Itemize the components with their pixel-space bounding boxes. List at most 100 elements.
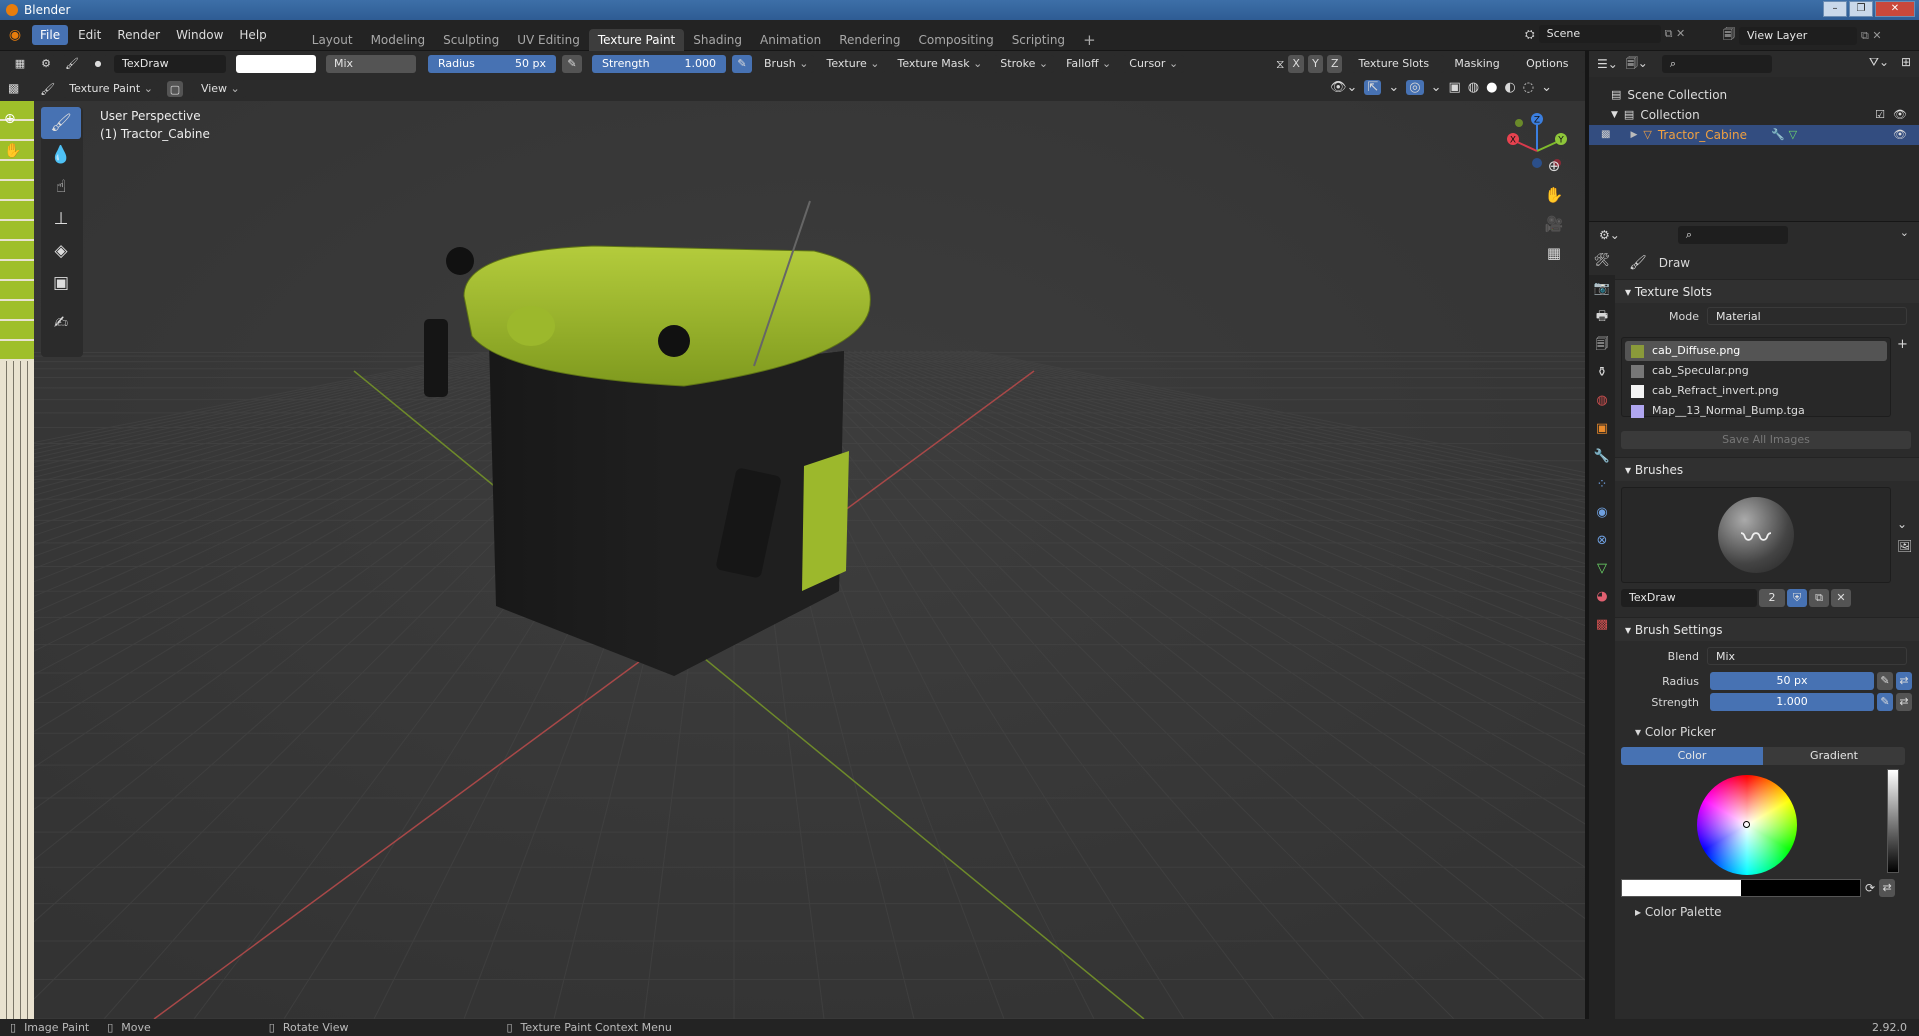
blender-menu-icon[interactable]: ◉	[0, 27, 30, 43]
fake-user-icon[interactable]: ●	[88, 55, 108, 73]
modifier-tab-icon[interactable]: 🔧	[1589, 443, 1615, 471]
view-layer-new-icon[interactable]: ⧉ ✕	[1861, 29, 1882, 43]
outliner-search-input[interactable]: ⌕	[1661, 55, 1772, 73]
texture-mask-menu[interactable]: Texture Mask	[891, 55, 989, 73]
tab-color[interactable]: Color	[1621, 747, 1763, 765]
brush-users-count[interactable]: 2	[1759, 589, 1785, 607]
output-tab-icon[interactable]: 🖶	[1589, 303, 1615, 331]
tab-compositing[interactable]: Compositing	[909, 29, 1002, 51]
fill-tool-icon[interactable]: ◈	[41, 235, 81, 267]
tab-sculpting[interactable]: Sculpting	[434, 29, 508, 51]
texture-menu[interactable]: Texture	[820, 55, 886, 73]
minimize-icon[interactable]: –	[1823, 1, 1847, 17]
masking-menu[interactable]: Masking	[1448, 55, 1517, 73]
tab-shading[interactable]: Shading	[684, 29, 751, 51]
mode-dropdown[interactable]: Texture Paint	[63, 80, 159, 98]
axis-x-toggle[interactable]: X	[1288, 55, 1304, 73]
soften-tool-icon[interactable]: 💧	[41, 139, 81, 171]
zoom-view-icon[interactable]: ⊕	[1541, 153, 1567, 179]
expand-arrow-icon[interactable]: ▼	[1611, 105, 1618, 125]
fake-user-shield-icon[interactable]: ⛨	[1787, 589, 1807, 607]
solid-shading-icon[interactable]: ●	[1486, 80, 1497, 95]
draw-tool-icon[interactable]: 🖌	[41, 107, 81, 139]
texture-slots-menu[interactable]: Texture Slots	[1352, 55, 1445, 73]
mask-tool-icon[interactable]: ▣	[41, 267, 81, 299]
radius-pressure-icon[interactable]: ✎	[562, 55, 582, 73]
color-picker-header[interactable]: ▾ Color Picker	[1615, 717, 1919, 747]
camera-view-icon[interactable]: 🎥	[1541, 211, 1567, 237]
texture-slot-item[interactable]: cab_Specular.png	[1625, 361, 1887, 381]
texture-slot-item[interactable]: Map__13_Normal_Bump.tga	[1625, 401, 1887, 421]
scene-field[interactable]: Scene	[1538, 25, 1661, 43]
editor-type-icon[interactable]: ▦	[10, 55, 30, 73]
menu-help[interactable]: Help	[231, 20, 274, 51]
menu-file[interactable]: File	[32, 25, 69, 45]
3d-viewport[interactable]: User Perspective (1) Tractor_Cabine Z Y …	[34, 101, 1585, 1019]
strength-pressure-toggle-icon[interactable]: ✎	[1877, 693, 1893, 711]
smear-tool-icon[interactable]: ☝	[41, 171, 81, 203]
tractor-cabine-row[interactable]: ▩ ▶ ▽ Tractor_Cabine 🔧 ▽ 👁	[1589, 125, 1919, 145]
value-slider[interactable]	[1887, 769, 1899, 873]
object-tab-icon[interactable]: ▣	[1589, 415, 1615, 443]
tab-modeling[interactable]: Modeling	[362, 29, 435, 51]
color-wheel[interactable]	[1697, 775, 1797, 875]
brush-name-field[interactable]: TexDraw	[114, 55, 226, 73]
tool-settings-icon[interactable]: ⚙	[36, 55, 56, 73]
save-all-images-button[interactable]: Save All Images	[1621, 431, 1911, 449]
radius-unit-toggle-icon[interactable]: ⇄	[1896, 672, 1912, 690]
options-menu[interactable]: Options	[1520, 55, 1585, 73]
strength-pressure-icon[interactable]: ✎	[732, 55, 752, 73]
view-layer-icon[interactable]: 🗐	[1723, 25, 1735, 46]
texture-slots-header[interactable]: ▾ Texture Slots	[1615, 279, 1919, 303]
collection-checkbox-icon[interactable]: ☑	[1875, 105, 1885, 125]
rendered-shading-icon[interactable]: ◌	[1523, 80, 1534, 95]
display-mode-icon[interactable]: 🗐⌄	[1626, 54, 1648, 75]
cursor-menu[interactable]: Cursor	[1123, 55, 1185, 73]
overlay-toggle-icon[interactable]: ◎	[1406, 80, 1424, 95]
material-shading-icon[interactable]: ◐	[1504, 80, 1515, 95]
add-texture-slot-icon[interactable]: +	[1897, 337, 1908, 352]
modifier-icon[interactable]: 🔧	[1771, 125, 1785, 145]
scene-icon[interactable]: ⛭	[1525, 27, 1535, 42]
texture-slot-list[interactable]: cab_Diffuse.png cab_Specular.png cab_Ref…	[1621, 337, 1891, 418]
duplicate-brush-icon[interactable]: ⧉	[1809, 589, 1829, 607]
swap-colors-icon[interactable]: ⟳	[1865, 881, 1875, 895]
stroke-menu[interactable]: Stroke	[994, 55, 1055, 73]
brush-image-icon[interactable]: 🖼	[1897, 539, 1912, 553]
texture-tab-icon[interactable]: ▩	[1589, 611, 1615, 639]
filter-icon[interactable]: ⛛⌄	[1869, 55, 1889, 70]
view-menu[interactable]: View	[190, 80, 246, 98]
tab-rendering[interactable]: Rendering	[830, 29, 909, 51]
pan-hand-icon[interactable]: ✋	[4, 143, 21, 159]
brush-dropdown-icon[interactable]: ⌄	[1897, 517, 1912, 531]
axis-z-toggle[interactable]: Z	[1327, 55, 1343, 73]
tab-animation[interactable]: Animation	[751, 29, 830, 51]
color-wheel-cursor-icon[interactable]	[1743, 821, 1750, 828]
brushes-header[interactable]: ▾ Brushes	[1615, 457, 1919, 481]
outliner-editor-icon[interactable]: ☰⌄	[1597, 57, 1618, 71]
brush-datablock-field[interactable]: TexDraw	[1621, 589, 1757, 607]
checker-icon[interactable]: ▩	[8, 81, 19, 95]
maximize-icon[interactable]: ❐	[1849, 1, 1873, 17]
scene-collection-row[interactable]: ▤ Scene Collection	[1589, 85, 1919, 105]
object-visibility-icon[interactable]: 👁	[1893, 125, 1907, 145]
scene-tab-icon[interactable]: ⚱	[1589, 359, 1615, 387]
wireframe-shading-icon[interactable]: ◍	[1468, 80, 1479, 95]
brush-preview-area[interactable]: 〰	[1621, 487, 1891, 583]
move-view-icon[interactable]: ✋	[1541, 182, 1567, 208]
mesh-data-icon[interactable]: ▽	[1789, 125, 1797, 145]
scene-new-icon[interactable]: ⧉ ✕	[1665, 27, 1686, 41]
axis-y-toggle[interactable]: Y	[1307, 55, 1324, 73]
tab-scripting[interactable]: Scripting	[1003, 29, 1074, 51]
properties-editor-icon[interactable]: ⚙⌄	[1599, 228, 1620, 242]
falloff-menu[interactable]: Falloff	[1060, 55, 1118, 73]
uv-editor-preview[interactable]: ⊕ ✋	[0, 101, 34, 1019]
tab-texture-paint[interactable]: Texture Paint	[588, 28, 685, 51]
world-tab-icon[interactable]: ◍	[1589, 387, 1615, 415]
tab-layout[interactable]: Layout	[303, 29, 362, 51]
brush-color-swatch[interactable]	[236, 55, 316, 73]
texture-slot-item[interactable]: cab_Refract_invert.png	[1625, 381, 1887, 401]
data-tab-icon[interactable]: ▽	[1589, 555, 1615, 583]
radius-pressure-toggle-icon[interactable]: ✎	[1877, 672, 1893, 690]
physics-tab-icon[interactable]: ◉	[1589, 499, 1615, 527]
